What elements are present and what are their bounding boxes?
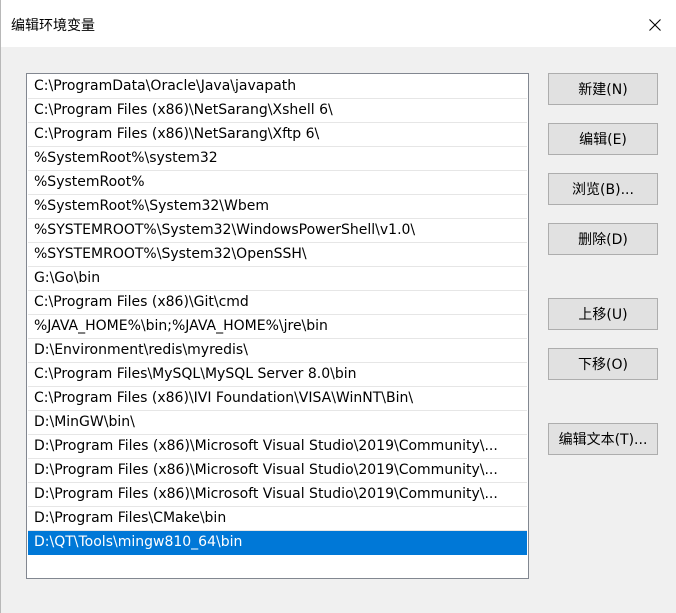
path-list-item[interactable]: D:\Program Files (x86)\Microsoft Visual … — [28, 435, 527, 459]
path-list-item-selected[interactable]: D:\QT\Tools\mingw810_64\bin — [28, 531, 527, 555]
path-list-item[interactable]: C:\Program Files (x86)\IVI Foundation\VI… — [28, 387, 527, 411]
move-up-button[interactable]: 上移(U) — [548, 298, 658, 330]
path-list-item[interactable]: C:\Program Files (x86)\NetSarang\Xftp 6\ — [28, 123, 527, 147]
path-list-item[interactable]: D:\Program Files\CMake\bin — [28, 507, 527, 531]
path-list-item[interactable]: D:\Program Files (x86)\Microsoft Visual … — [28, 483, 527, 507]
path-list-item[interactable]: D:\MinGW\bin\ — [28, 411, 527, 435]
edit-environment-variable-dialog: 编辑环境变量 C:\ProgramData\Oracle\Java\javapa… — [0, 0, 676, 613]
path-list-item[interactable]: D:\Program Files (x86)\Microsoft Visual … — [28, 459, 527, 483]
path-list-item[interactable]: %JAVA_HOME%\bin;%JAVA_HOME%\jre\bin — [28, 315, 527, 339]
path-list-item[interactable]: G:\Go\bin — [28, 267, 527, 291]
path-list-item[interactable]: C:\ProgramData\Oracle\Java\javapath — [28, 75, 527, 99]
move-down-button[interactable]: 下移(O) — [548, 348, 658, 380]
path-list-item[interactable]: C:\Program Files (x86)\Git\cmd — [28, 291, 527, 315]
path-list-item[interactable]: C:\Program Files\MySQL\MySQL Server 8.0\… — [28, 363, 527, 387]
path-list-item[interactable]: %SYSTEMROOT%\System32\OpenSSH\ — [28, 243, 527, 267]
path-list-item[interactable]: C:\Program Files (x86)\NetSarang\Xshell … — [28, 99, 527, 123]
path-list-item[interactable]: %SYSTEMROOT%\System32\WindowsPowerShell\… — [28, 219, 527, 243]
delete-button[interactable]: 删除(D) — [548, 223, 658, 255]
close-button[interactable] — [633, 8, 676, 42]
new-button[interactable]: 新建(N) — [548, 73, 658, 105]
window-title: 编辑环境变量 — [11, 18, 95, 34]
path-list-item[interactable]: D:\Environment\redis\myredis\ — [28, 339, 527, 363]
path-list-item[interactable]: %SystemRoot%\system32 — [28, 147, 527, 171]
close-icon — [649, 19, 661, 31]
browse-button[interactable]: 浏览(B)... — [548, 173, 658, 205]
title-bar: 编辑环境变量 — [1, 0, 676, 47]
edit-text-button[interactable]: 编辑文本(T)... — [548, 423, 658, 455]
edit-button[interactable]: 编辑(E) — [548, 123, 658, 155]
path-list-item[interactable]: %SystemRoot%\System32\Wbem — [28, 195, 527, 219]
path-list[interactable]: C:\ProgramData\Oracle\Java\javapath C:\P… — [26, 73, 529, 579]
path-list-item[interactable]: %SystemRoot% — [28, 171, 527, 195]
